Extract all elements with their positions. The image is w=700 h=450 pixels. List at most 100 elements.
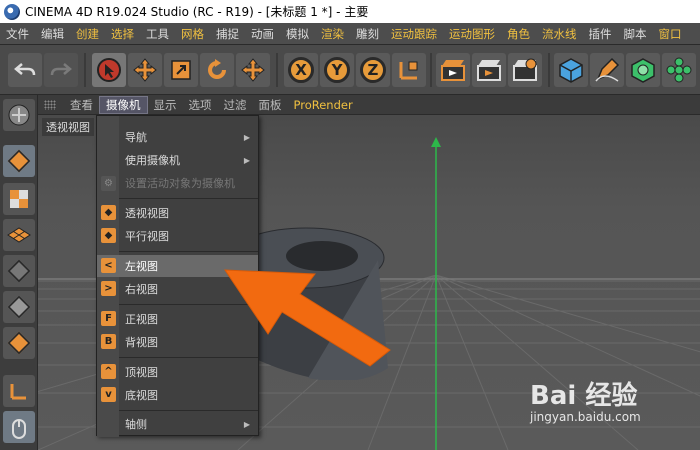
menu-item-label: 正视图: [125, 313, 158, 326]
live-selection-button[interactable]: [92, 53, 126, 87]
menu-item-label: 透视视图: [125, 207, 169, 220]
points-cube-icon: [7, 259, 31, 283]
vp-menu-display[interactable]: 显示: [148, 97, 183, 113]
viewport-label: 透视视图: [42, 118, 94, 136]
vp-menu-panel[interactable]: 面板: [253, 97, 288, 113]
cursor-select-icon: [97, 58, 121, 82]
toolbar-separator: [276, 53, 278, 87]
menu-select[interactable]: 选择: [105, 26, 140, 42]
menu-edit[interactable]: 编辑: [35, 26, 70, 42]
cinema4d-logo-icon: [4, 3, 20, 20]
top-view-icon: ^: [101, 364, 116, 379]
tweak-mode-button[interactable]: [3, 411, 35, 443]
menu-separator: [119, 410, 258, 411]
mouse-icon: [12, 419, 26, 439]
redo-button[interactable]: [44, 53, 78, 87]
coordinate-system-icon: [399, 61, 418, 80]
menu-bar: 文件 编辑 创建 选择 工具 网格 捕捉 动画 模拟 渲染 雕刻 运动跟踪 运动…: [0, 23, 700, 45]
subdivision-surface-button[interactable]: [626, 53, 660, 87]
vp-menu-cameras[interactable]: 摄像机: [99, 95, 148, 114]
menu-create[interactable]: 创建: [70, 26, 105, 42]
menu-motion-tracking[interactable]: 运动跟踪: [385, 26, 443, 42]
menu-item-label: 右视图: [125, 283, 158, 296]
z-axis-label: Z: [360, 57, 386, 83]
menu-item-bottom-view[interactable]: v 底视图: [97, 384, 258, 406]
menu-script[interactable]: 脚本: [618, 26, 653, 42]
menu-item-axonometric[interactable]: 轴侧 ▶: [97, 413, 258, 435]
menu-simulate[interactable]: 模拟: [280, 26, 315, 42]
rotate-tool-button[interactable]: [200, 53, 234, 87]
grip-icon[interactable]: [44, 99, 56, 110]
menu-separator: [119, 198, 258, 199]
menu-pipeline[interactable]: 流水线: [536, 26, 583, 42]
x-axis-lock-button[interactable]: X: [284, 53, 318, 87]
vp-menu-options[interactable]: 选项: [183, 97, 218, 113]
y-axis-lock-button[interactable]: Y: [320, 53, 354, 87]
menu-snap[interactable]: 捕捉: [210, 26, 245, 42]
vp-menu-prorender[interactable]: ProRender: [288, 98, 359, 112]
polygons-mode-button[interactable]: [3, 327, 35, 359]
vp-menu-filter[interactable]: 过滤: [218, 97, 253, 113]
edges-cube-icon: [7, 295, 31, 319]
menu-animate[interactable]: 动画: [245, 26, 280, 42]
menu-render[interactable]: 渲染: [315, 26, 350, 42]
menu-item-label: 左视图: [125, 260, 158, 273]
submenu-arrow-icon: ▶: [243, 155, 250, 165]
menu-item-perspective[interactable]: ◆ 透视视图: [97, 202, 258, 224]
scale-tool-button[interactable]: [164, 53, 198, 87]
menu-character[interactable]: 角色: [501, 26, 536, 42]
menu-sculpt[interactable]: 雕刻: [350, 26, 385, 42]
menu-item-label: 平行视图: [125, 230, 169, 243]
workplane-mode-button[interactable]: [3, 219, 35, 251]
menu-item-navigation[interactable]: 导航 ▶: [97, 126, 258, 148]
back-view-icon: B: [101, 334, 116, 349]
axis-icon: [10, 384, 26, 400]
render-to-picture-viewer-button[interactable]: [472, 53, 506, 87]
make-editable-button[interactable]: [3, 99, 35, 131]
title-bar: CINEMA 4D R19.024 Studio (RC - R19) - [未…: [0, 0, 700, 23]
y-axis-label: Y: [324, 57, 350, 83]
render-view-button[interactable]: [436, 53, 470, 87]
texture-mode-button[interactable]: [3, 183, 35, 215]
undo-button[interactable]: [8, 53, 42, 87]
transform-tool-button[interactable]: [236, 53, 270, 87]
axis-mode-button[interactable]: [3, 375, 35, 407]
menu-item-parallel[interactable]: ◆ 平行视图: [97, 225, 258, 247]
cube-icon: [559, 58, 583, 83]
coordinate-system-button[interactable]: [392, 53, 426, 87]
parallel-cube-icon: ◆: [101, 228, 116, 243]
menu-item-use-camera[interactable]: 使用摄像机 ▶: [97, 149, 258, 171]
menu-mograph[interactable]: 运动图形: [443, 26, 501, 42]
cube-object-button[interactable]: [554, 53, 588, 87]
menu-item-label: 底视图: [125, 389, 158, 402]
points-mode-button[interactable]: [3, 255, 35, 287]
model-mode-button[interactable]: [3, 145, 35, 177]
right-view-icon: >: [101, 281, 116, 296]
toolbar-separator: [548, 53, 550, 87]
menu-separator: [119, 251, 258, 252]
menu-item-label: 背视图: [125, 336, 158, 349]
z-axis-lock-button[interactable]: Z: [356, 53, 390, 87]
front-view-icon: F: [101, 311, 116, 326]
vp-menu-view[interactable]: 查看: [64, 97, 99, 113]
menu-mesh[interactable]: 网格: [175, 26, 210, 42]
left-mode-palette: [0, 95, 38, 450]
render-settings-button[interactable]: [508, 53, 542, 87]
menu-file[interactable]: 文件: [0, 26, 35, 42]
menu-item-label: 设置活动对象为摄像机: [125, 177, 235, 190]
submenu-arrow-icon: ▶: [243, 132, 250, 142]
edges-mode-button[interactable]: [3, 291, 35, 323]
move-tool-button[interactable]: [128, 53, 162, 87]
viewport-menu-bar: 查看 摄像机 显示 选项 过滤 面板 ProRender: [38, 95, 700, 115]
pen-tool-button[interactable]: [590, 53, 624, 87]
menu-tools[interactable]: 工具: [140, 26, 175, 42]
window-title: CINEMA 4D R19.024 Studio (RC - R19) - [未…: [25, 5, 369, 19]
cloner-button[interactable]: [662, 53, 696, 87]
undo-icon: [14, 63, 36, 76]
menu-plugins[interactable]: 插件: [583, 26, 618, 42]
menu-window[interactable]: 窗口: [653, 26, 688, 42]
bottom-view-icon: v: [101, 387, 116, 402]
clapper-icon: [441, 60, 465, 81]
baidu-watermark: Bai 经验 jingyan.baidu.com: [530, 375, 641, 424]
clapper-play-icon: [477, 60, 501, 81]
